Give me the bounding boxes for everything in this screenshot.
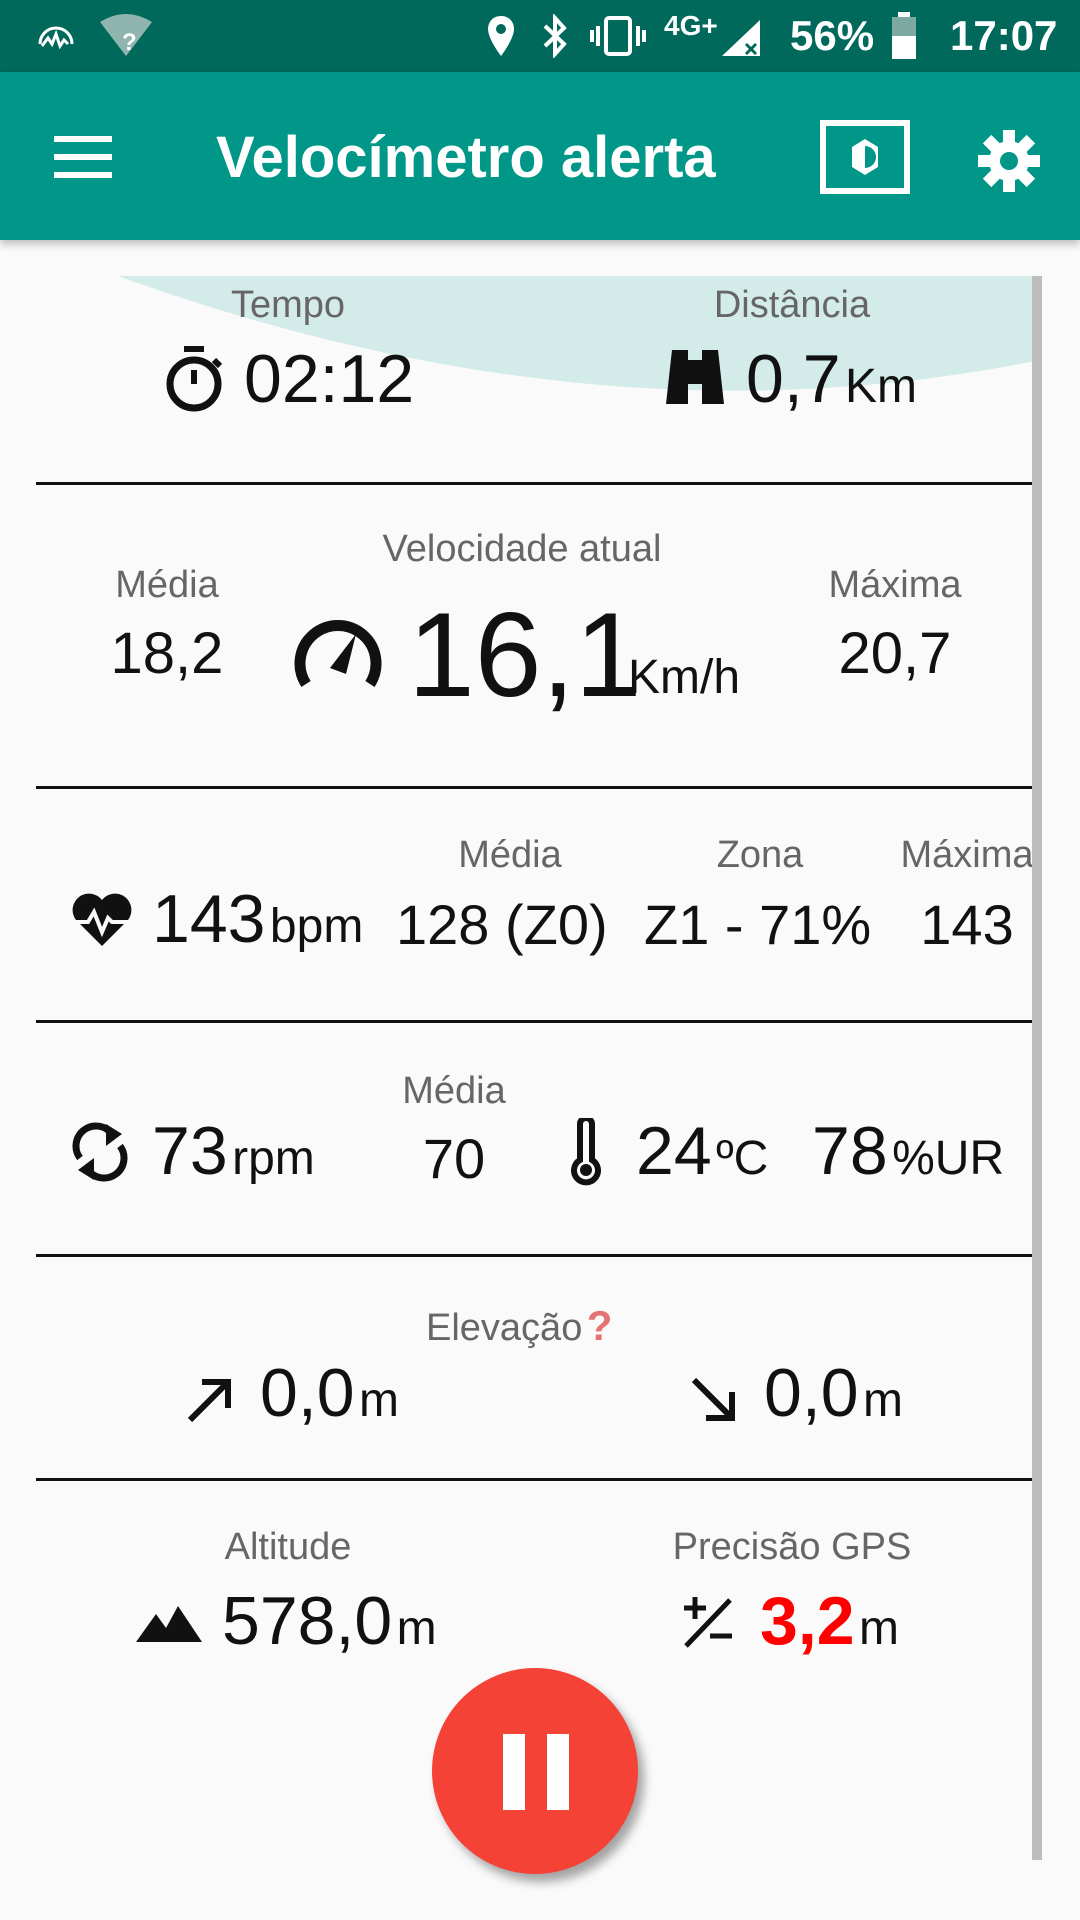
status-bar: ? 4G+ 56% 17:07: [0, 0, 1080, 72]
temperature-unit: ºC: [716, 1132, 769, 1185]
elevation-down-value: 0,0: [764, 1355, 859, 1431]
menu-icon[interactable]: [54, 134, 114, 180]
temperature-value: 24: [636, 1113, 712, 1189]
distance-label: Distância: [713, 284, 871, 326]
heart-rate-value: 143: [152, 881, 266, 957]
time-value: 02:12: [244, 341, 415, 417]
pause-icon: [503, 1734, 569, 1810]
battery-icon: [890, 12, 918, 60]
signal-icon: [720, 18, 764, 58]
humidity-readout: 78 %UR: [812, 1112, 1004, 1190]
speed-avg-value: 18,2: [110, 621, 224, 686]
speedometer-icon: [292, 610, 384, 690]
mountain-icon: [136, 1606, 202, 1642]
binoculars-icon: [666, 350, 724, 406]
stopwatch-icon: [164, 346, 224, 412]
divider: [36, 1020, 1042, 1023]
humidity-value: 78: [812, 1113, 888, 1189]
elevation-down-readout: 0,0 m: [764, 1354, 903, 1432]
gps-accuracy-unit: m: [858, 1602, 899, 1655]
cadence-value: 73: [152, 1113, 228, 1189]
heart-max-value: 143: [920, 893, 1014, 956]
speed-current-unit: Km/h: [628, 651, 741, 704]
cadence-readout: 73 rpm: [152, 1112, 315, 1190]
distance-unit: Km: [844, 360, 917, 413]
speed-avg-label: Média: [115, 564, 219, 606]
speed-current-label: Velocidade atual: [382, 528, 662, 570]
elevation-header: Elevação ?: [426, 1302, 612, 1350]
cadence-avg-value: 70: [422, 1127, 486, 1190]
gps-accuracy-readout: 3,2 m: [760, 1582, 899, 1660]
pause-button[interactable]: [432, 1668, 638, 1874]
time-label: Tempo: [230, 284, 346, 326]
speedometer-notification-icon: [34, 14, 78, 58]
altitude-readout: 578,0 m: [222, 1582, 437, 1660]
heart-avg-value: 128 (Z0): [396, 893, 608, 956]
battery-percent: 56%: [790, 12, 875, 59]
settings-icon[interactable]: [978, 130, 1040, 192]
elevation-up-unit: m: [358, 1374, 399, 1427]
help-icon[interactable]: ?: [587, 1302, 613, 1349]
cadence-sync-icon: [72, 1122, 128, 1182]
speed-max-label: Máxima: [828, 564, 962, 606]
heart-rate-unit: bpm: [269, 900, 364, 953]
cadence-avg-label: Média: [402, 1070, 506, 1112]
divider: [36, 786, 1042, 789]
divider: [36, 1254, 1042, 1257]
elevation-label: Elevação: [426, 1307, 583, 1349]
app-title: Velocímetro alerta: [216, 125, 716, 190]
elevation-down-unit: m: [862, 1374, 903, 1427]
header-arc-decoration: [118, 276, 1040, 391]
thermometer-icon: [570, 1118, 602, 1186]
temperature-readout: 24 ºC: [636, 1112, 768, 1190]
app-bar: Velocímetro alerta: [0, 72, 1080, 240]
distance-value: 0,7: [746, 341, 841, 417]
heart-max-label: Máxima: [900, 834, 1034, 876]
speed-current-value: 16,1: [408, 588, 642, 722]
gps-accuracy-label: Precisão GPS: [672, 1526, 912, 1568]
cadence-unit: rpm: [232, 1132, 315, 1185]
altitude-value: 578,0: [222, 1583, 393, 1659]
arrow-up-right-icon: [186, 1376, 234, 1424]
vibrate-icon: [590, 14, 646, 58]
speed-max-value: 20,7: [838, 621, 952, 686]
elevation-up-value: 0,0: [260, 1355, 355, 1431]
wifi-unknown-icon: ?: [98, 14, 154, 58]
svg-text:?: ?: [122, 29, 137, 56]
plus-minus-icon: [680, 1594, 736, 1650]
heart-pulse-icon: [70, 892, 134, 948]
humidity-unit: %UR: [892, 1132, 1005, 1185]
heart-avg-label: Média: [458, 834, 562, 876]
brightness-icon[interactable]: [820, 120, 910, 194]
heart-rate-readout: 143 bpm: [152, 880, 363, 958]
divider: [36, 482, 1042, 485]
bluetooth-icon: [540, 14, 570, 58]
arrow-down-right-icon: [690, 1376, 738, 1424]
clock: 17:07: [950, 12, 1058, 59]
location-icon: [486, 14, 516, 58]
network-type: 4G+: [664, 10, 718, 41]
altitude-label: Altitude: [224, 1526, 352, 1568]
scrollbar[interactable]: [1032, 276, 1042, 1860]
altitude-unit: m: [396, 1602, 437, 1655]
heart-zone-value: Z1 - 71%: [644, 893, 872, 956]
distance-readout: 0,7 Km: [746, 340, 917, 418]
elevation-up-readout: 0,0 m: [260, 1354, 399, 1432]
heart-zone-label: Zona: [716, 834, 804, 876]
divider: [36, 1478, 1042, 1481]
gps-accuracy-value: 3,2: [760, 1583, 855, 1659]
